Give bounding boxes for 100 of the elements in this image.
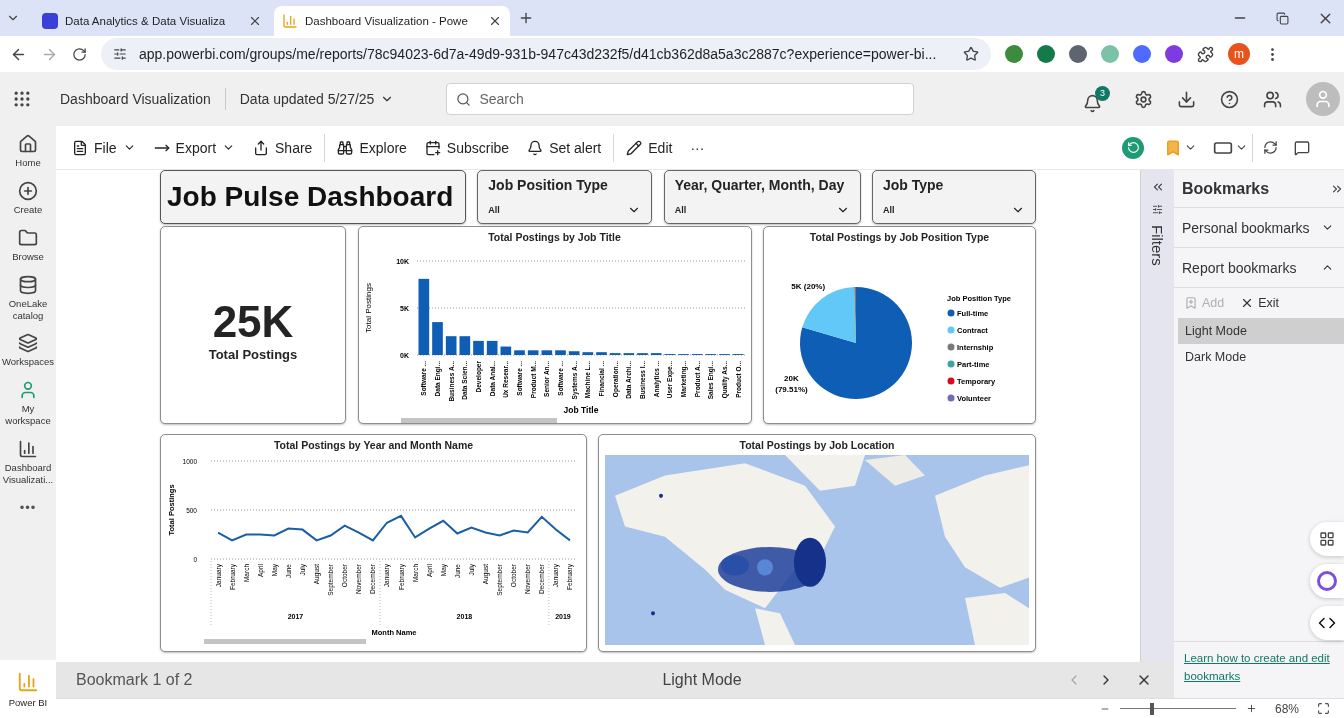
report-title: Job Pulse Dashboard	[167, 181, 454, 213]
new-tab-icon[interactable]	[518, 10, 534, 26]
bell-icon	[527, 139, 544, 156]
chart-title: Total Postings by Job Position Type	[809, 231, 990, 243]
app-launcher-icon[interactable]	[12, 89, 32, 109]
notification-button[interactable]: 3	[1083, 85, 1110, 113]
reset-button[interactable]	[1122, 136, 1144, 159]
extension-icon[interactable]	[1005, 45, 1023, 63]
bar	[554, 350, 566, 355]
data-updated-dropdown[interactable]: Data updated 5/27/25	[239, 91, 395, 107]
browser-tab[interactable]: Data Analytics & Data Visualiza	[34, 6, 270, 36]
bookmark-name: Light Mode	[661, 671, 743, 689]
section-header[interactable]: Report bookmarks	[1174, 248, 1344, 288]
pane-title: Bookmarks	[1182, 179, 1270, 198]
address-bar[interactable]: app.powerbi.com/groups/me/reports/78c94023-6d7a-49d9-931b-947c43d232f5/d41cb362d8a5a3c2887c?experience=power-bi...	[101, 38, 991, 70]
close-icon[interactable]	[488, 14, 502, 28]
extension-icon[interactable]	[1037, 45, 1055, 63]
calendar-plus-icon	[424, 139, 441, 156]
ring-icon	[1317, 571, 1337, 591]
slicer[interactable]: Job Position Type All	[477, 170, 653, 224]
bar	[513, 350, 525, 355]
more-button[interactable]: •••	[19, 499, 37, 515]
bar-chart-icon	[282, 13, 298, 29]
fit-icon[interactable]	[1317, 702, 1330, 715]
code-search-button[interactable]	[1310, 606, 1344, 640]
nav-label: Dashboard Visualizati...	[1, 462, 55, 486]
slicer-title: Job Type	[883, 177, 945, 193]
toolbar-button[interactable]: Set alert	[519, 135, 610, 160]
bar	[445, 336, 456, 355]
slicer-value: All	[883, 205, 895, 215]
toolbar-button[interactable]: Subscribe	[416, 135, 518, 160]
brand-label: Power BI	[8, 696, 48, 708]
nav-label: My workspace	[4, 403, 52, 427]
download-icon[interactable]	[1177, 89, 1196, 109]
nav-item[interactable]: Dashboard Visualizati...	[0, 431, 56, 490]
brand-tile[interactable]: Power BI	[0, 660, 56, 718]
toolbar-button[interactable]: File	[64, 135, 144, 160]
filters-pane[interactable]: Filters	[1140, 170, 1174, 662]
search-icon	[456, 92, 472, 107]
people-icon[interactable]	[1263, 89, 1282, 109]
toolbar-button[interactable]: Edit	[618, 135, 681, 160]
url-text: app.powerbi.com/groups/me/reports/78c94023-6d7a-49d9-931b-947c43d232f5/d41cb362d8a5a3c2887c?experience=power-bi...	[139, 46, 938, 62]
nav-item[interactable]: Browse	[0, 219, 56, 267]
extension-icon[interactable]	[1133, 45, 1151, 63]
chart-title: Total Postings by Year and Month Name	[273, 439, 474, 451]
bar	[527, 350, 538, 355]
home-icon	[18, 134, 38, 154]
close-icon[interactable]	[248, 14, 262, 28]
slicer-title: Job Position Type	[488, 177, 609, 193]
bar	[582, 352, 593, 355]
puzzle-icon[interactable]	[1197, 45, 1214, 63]
nav-item[interactable]: Home	[0, 126, 56, 173]
assistant-button[interactable]	[1310, 564, 1344, 598]
site-settings-icon[interactable]	[113, 47, 127, 61]
bar	[595, 352, 607, 355]
search-field[interactable]: Search	[446, 83, 915, 115]
toolbar-button[interactable]: Export	[145, 135, 244, 160]
help-icon[interactable]	[1220, 89, 1239, 109]
nav-item[interactable]: My workspace	[0, 372, 56, 431]
bookmark-plus-icon	[1184, 296, 1198, 310]
reload-icon[interactable]	[72, 46, 87, 62]
bookmark-position: Bookmark 1 of 2	[76, 671, 194, 689]
scrollbar[interactable]	[204, 639, 366, 644]
zoom-in-icon[interactable]	[1245, 703, 1257, 714]
apps-button[interactable]	[1310, 522, 1344, 556]
settings-icon[interactable]	[1134, 89, 1153, 109]
star-icon[interactable]	[963, 46, 979, 62]
nav-item[interactable]: Workspaces	[0, 325, 56, 373]
section-header[interactable]: Personal bookmarks	[1174, 208, 1344, 248]
bookmark-action[interactable]: Exit	[1240, 296, 1280, 310]
toolbar-button[interactable]: Explore	[329, 135, 415, 160]
nav-label: Browse	[12, 250, 44, 263]
slicer[interactable]: Year, Quarter, Month, Day All	[663, 170, 861, 224]
nav-item[interactable]: OneLake catalog	[0, 266, 56, 326]
bar	[472, 340, 484, 355]
scrollbar[interactable]	[400, 418, 557, 423]
bookmark-item[interactable]: Dark Mode	[1178, 344, 1344, 370]
bar	[500, 346, 511, 355]
bar	[459, 336, 470, 355]
slicer[interactable]: Job Type All	[872, 170, 1036, 224]
more-button[interactable]: ···	[682, 135, 713, 160]
refresh-icon[interactable]	[1263, 140, 1278, 155]
filters-label: Filters	[1149, 225, 1166, 266]
restore-icon[interactable]	[1276, 11, 1289, 25]
nav-item[interactable]: Create	[0, 172, 56, 220]
extension-icon[interactable]	[1069, 45, 1087, 63]
tab-title: Dashboard Visualization - Powe	[305, 15, 469, 27]
bar	[486, 340, 497, 355]
data-label: 5K (20%)	[791, 282, 826, 292]
pencil-icon	[626, 139, 643, 156]
comment-icon[interactable]	[1294, 139, 1310, 156]
report-name: Dashboard Visualization	[60, 91, 211, 107]
nav-label: Home	[15, 157, 41, 169]
browser-tab[interactable]: Dashboard Visualization - Powe	[274, 6, 510, 36]
extension-icon[interactable]	[1165, 45, 1183, 63]
toolbar-button[interactable]: Share	[245, 135, 321, 160]
profile-avatar[interactable]: m	[1228, 43, 1250, 65]
bookmark-item[interactable]: Light Mode	[1178, 318, 1344, 344]
bar	[431, 322, 443, 355]
tab-title: Data Analytics & Data Visualiza	[65, 15, 227, 27]
